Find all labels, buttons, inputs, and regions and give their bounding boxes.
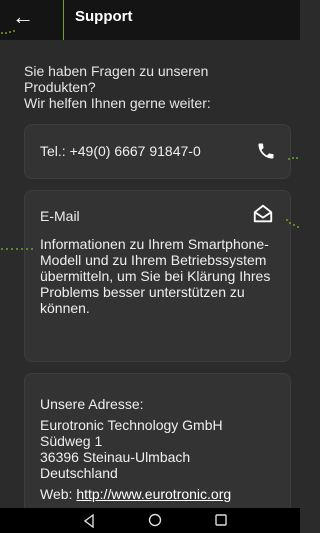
header-divider: [63, 0, 64, 40]
intro-line-3: Wir helfen Ihnen gerne weiter:: [24, 95, 211, 111]
phone-number: Tel.: +49(0) 6667 91847-0: [40, 143, 201, 159]
dotted-indicator-icon: [1, 30, 15, 34]
back-button[interactable]: ←: [8, 2, 38, 32]
top-app-bar: ← Support: [0, 0, 300, 40]
dotted-indicator-icon: [286, 219, 299, 228]
phone-card[interactable]: Tel.: +49(0) 6667 91847-0: [24, 124, 291, 179]
email-description: Informationen zu Ihrem Smartphone-Modell…: [40, 236, 271, 316]
website-link[interactable]: http://www.eurotronic.org: [76, 486, 231, 502]
address-city: 36396 Steinau-Ulmbach: [40, 449, 191, 465]
page-title: Support: [75, 8, 133, 25]
intro-line-1: Sie haben Fragen zu unseren: [24, 63, 209, 79]
address-country: Deutschland: [40, 465, 118, 481]
circle-home-icon[interactable]: [148, 513, 162, 527]
android-navigation-bar: [0, 508, 300, 533]
address-heading: Unsere Adresse:: [40, 396, 144, 412]
phone-icon[interactable]: [256, 141, 276, 161]
square-recent-icon[interactable]: [214, 513, 228, 527]
triangle-back-icon[interactable]: [82, 514, 96, 528]
email-title: E-Mail: [40, 208, 80, 224]
intro-line-2: Produkten?: [24, 79, 96, 95]
intro-text: Sie haben Fragen zu unseren Produkten? W…: [24, 63, 274, 111]
dotted-indicator-icon: [1, 248, 33, 250]
arrow-left-icon: ←: [12, 4, 34, 29]
address-company: Eurotronic Technology GmbH: [40, 417, 223, 433]
address-card: Unsere Adresse: Eurotronic Technology Gm…: [24, 373, 291, 515]
address-street: Südweg 1: [40, 433, 103, 449]
envelope-open-icon[interactable]: [252, 203, 274, 225]
email-card[interactable]: E-Mail Informationen zu Ihrem Smartphone…: [24, 190, 291, 450]
address-web-row: Web: http://www.eurotronic.org: [40, 486, 231, 502]
web-label: Web:: [40, 486, 77, 502]
dotted-indicator-icon: [288, 157, 298, 160]
